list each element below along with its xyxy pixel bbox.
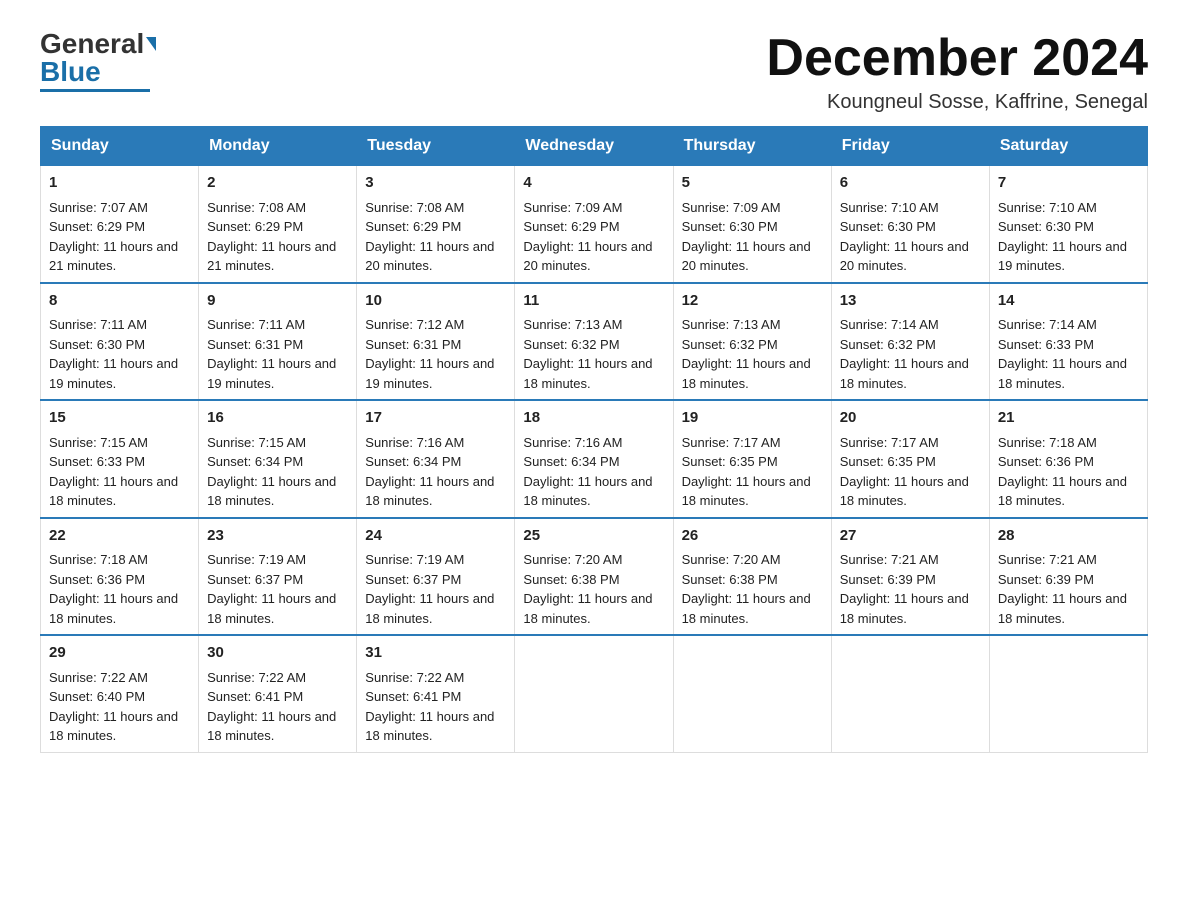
col-wednesday: Wednesday	[515, 127, 673, 166]
table-row: 15Sunrise: 7:15 AMSunset: 6:33 PMDayligh…	[41, 400, 199, 518]
calendar-week-row: 8Sunrise: 7:11 AMSunset: 6:30 PMDaylight…	[41, 283, 1148, 401]
day-number: 15	[49, 407, 190, 430]
table-row: 6Sunrise: 7:10 AMSunset: 6:30 PMDaylight…	[831, 166, 989, 283]
day-number: 4	[523, 172, 664, 195]
month-title: December 2024	[766, 30, 1148, 87]
day-number: 29	[49, 642, 190, 665]
day-number: 25	[523, 525, 664, 548]
table-row: 9Sunrise: 7:11 AMSunset: 6:31 PMDaylight…	[199, 283, 357, 401]
table-row: 1Sunrise: 7:07 AMSunset: 6:29 PMDaylight…	[41, 166, 199, 283]
table-row: 13Sunrise: 7:14 AMSunset: 6:32 PMDayligh…	[831, 283, 989, 401]
logo: General Blue	[40, 30, 156, 92]
table-row: 16Sunrise: 7:15 AMSunset: 6:34 PMDayligh…	[199, 400, 357, 518]
table-row: 24Sunrise: 7:19 AMSunset: 6:37 PMDayligh…	[357, 518, 515, 636]
table-row	[673, 635, 831, 752]
table-row: 19Sunrise: 7:17 AMSunset: 6:35 PMDayligh…	[673, 400, 831, 518]
table-row: 3Sunrise: 7:08 AMSunset: 6:29 PMDaylight…	[357, 166, 515, 283]
day-number: 13	[840, 290, 981, 313]
day-number: 19	[682, 407, 823, 430]
logo-general-text: General	[40, 30, 144, 58]
logo-underline	[40, 89, 150, 92]
day-number: 11	[523, 290, 664, 313]
day-number: 10	[365, 290, 506, 313]
col-tuesday: Tuesday	[357, 127, 515, 166]
calendar-week-row: 29Sunrise: 7:22 AMSunset: 6:40 PMDayligh…	[41, 635, 1148, 752]
table-row: 4Sunrise: 7:09 AMSunset: 6:29 PMDaylight…	[515, 166, 673, 283]
day-number: 2	[207, 172, 348, 195]
day-number: 18	[523, 407, 664, 430]
table-row: 22Sunrise: 7:18 AMSunset: 6:36 PMDayligh…	[41, 518, 199, 636]
calendar-week-row: 22Sunrise: 7:18 AMSunset: 6:36 PMDayligh…	[41, 518, 1148, 636]
table-row: 25Sunrise: 7:20 AMSunset: 6:38 PMDayligh…	[515, 518, 673, 636]
calendar-header-row: Sunday Monday Tuesday Wednesday Thursday…	[41, 127, 1148, 166]
logo-triangle-icon	[146, 37, 156, 51]
day-number: 31	[365, 642, 506, 665]
title-block: December 2024 Koungneul Sosse, Kaffrine,…	[766, 30, 1148, 114]
day-number: 16	[207, 407, 348, 430]
day-number: 5	[682, 172, 823, 195]
table-row: 8Sunrise: 7:11 AMSunset: 6:30 PMDaylight…	[41, 283, 199, 401]
day-number: 17	[365, 407, 506, 430]
day-number: 21	[998, 407, 1139, 430]
table-row	[515, 635, 673, 752]
table-row: 10Sunrise: 7:12 AMSunset: 6:31 PMDayligh…	[357, 283, 515, 401]
table-row: 21Sunrise: 7:18 AMSunset: 6:36 PMDayligh…	[989, 400, 1147, 518]
table-row: 18Sunrise: 7:16 AMSunset: 6:34 PMDayligh…	[515, 400, 673, 518]
table-row: 17Sunrise: 7:16 AMSunset: 6:34 PMDayligh…	[357, 400, 515, 518]
logo-blue-text: Blue	[40, 58, 101, 86]
calendar-week-row: 1Sunrise: 7:07 AMSunset: 6:29 PMDaylight…	[41, 166, 1148, 283]
calendar-week-row: 15Sunrise: 7:15 AMSunset: 6:33 PMDayligh…	[41, 400, 1148, 518]
table-row: 11Sunrise: 7:13 AMSunset: 6:32 PMDayligh…	[515, 283, 673, 401]
table-row: 27Sunrise: 7:21 AMSunset: 6:39 PMDayligh…	[831, 518, 989, 636]
col-friday: Friday	[831, 127, 989, 166]
day-number: 27	[840, 525, 981, 548]
day-number: 28	[998, 525, 1139, 548]
table-row: 7Sunrise: 7:10 AMSunset: 6:30 PMDaylight…	[989, 166, 1147, 283]
table-row: 20Sunrise: 7:17 AMSunset: 6:35 PMDayligh…	[831, 400, 989, 518]
location-label: Koungneul Sosse, Kaffrine, Senegal	[766, 91, 1148, 114]
table-row	[831, 635, 989, 752]
table-row: 30Sunrise: 7:22 AMSunset: 6:41 PMDayligh…	[199, 635, 357, 752]
table-row: 31Sunrise: 7:22 AMSunset: 6:41 PMDayligh…	[357, 635, 515, 752]
calendar-table: Sunday Monday Tuesday Wednesday Thursday…	[40, 126, 1148, 753]
table-row: 26Sunrise: 7:20 AMSunset: 6:38 PMDayligh…	[673, 518, 831, 636]
day-number: 24	[365, 525, 506, 548]
day-number: 23	[207, 525, 348, 548]
day-number: 7	[998, 172, 1139, 195]
col-sunday: Sunday	[41, 127, 199, 166]
col-saturday: Saturday	[989, 127, 1147, 166]
page-header: General Blue December 2024 Koungneul Sos…	[40, 30, 1148, 114]
day-number: 20	[840, 407, 981, 430]
table-row: 23Sunrise: 7:19 AMSunset: 6:37 PMDayligh…	[199, 518, 357, 636]
table-row	[989, 635, 1147, 752]
table-row: 12Sunrise: 7:13 AMSunset: 6:32 PMDayligh…	[673, 283, 831, 401]
day-number: 8	[49, 290, 190, 313]
day-number: 12	[682, 290, 823, 313]
day-number: 1	[49, 172, 190, 195]
day-number: 9	[207, 290, 348, 313]
day-number: 22	[49, 525, 190, 548]
col-thursday: Thursday	[673, 127, 831, 166]
table-row: 5Sunrise: 7:09 AMSunset: 6:30 PMDaylight…	[673, 166, 831, 283]
day-number: 30	[207, 642, 348, 665]
day-number: 3	[365, 172, 506, 195]
table-row: 28Sunrise: 7:21 AMSunset: 6:39 PMDayligh…	[989, 518, 1147, 636]
table-row: 2Sunrise: 7:08 AMSunset: 6:29 PMDaylight…	[199, 166, 357, 283]
day-number: 26	[682, 525, 823, 548]
day-number: 14	[998, 290, 1139, 313]
day-number: 6	[840, 172, 981, 195]
col-monday: Monday	[199, 127, 357, 166]
table-row: 14Sunrise: 7:14 AMSunset: 6:33 PMDayligh…	[989, 283, 1147, 401]
table-row: 29Sunrise: 7:22 AMSunset: 6:40 PMDayligh…	[41, 635, 199, 752]
